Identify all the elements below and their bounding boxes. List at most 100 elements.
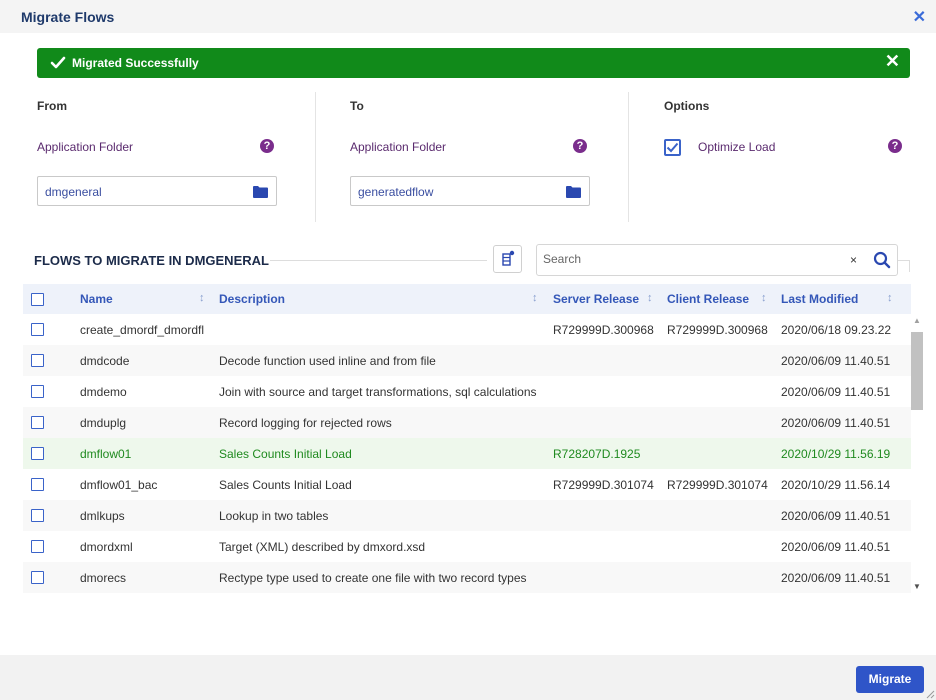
table-row[interactable]: create_dmordf_dmordfl R729999D.300968 R7…	[23, 314, 911, 345]
to-folder-value: generatedflow	[358, 185, 434, 199]
to-folder-label: Application Folder	[350, 140, 447, 154]
row-checkbox[interactable]	[31, 447, 44, 460]
row-checkbox[interactable]	[31, 416, 44, 429]
row-checkbox[interactable]	[31, 509, 44, 522]
row-checkbox[interactable]	[31, 354, 44, 367]
cell-name: dmflow01	[80, 447, 132, 461]
to-heading: To	[350, 99, 364, 113]
search-input[interactable]	[543, 252, 833, 266]
cell-name: dmdcode	[80, 354, 130, 368]
scroll-up-icon[interactable]: ▲	[913, 316, 921, 325]
table-scrollbar[interactable]: ▲ ▼	[911, 314, 925, 596]
cell-last-modified: 2020/06/09 11.40.51	[781, 540, 891, 554]
cell-last-modified: 2020/06/09 11.40.51	[781, 416, 891, 430]
table-row[interactable]: dmflow01 Sales Counts Initial Load R7282…	[23, 438, 911, 469]
table-row[interactable]: dmlkups Lookup in two tables 2020/06/09 …	[23, 500, 911, 531]
cell-server-release: R729999D.300968	[553, 323, 654, 337]
options-heading: Options	[664, 99, 710, 113]
from-folder-field[interactable]: dmgeneral	[37, 176, 277, 206]
cell-description: Record logging for rejected rows	[219, 416, 392, 430]
table-header: Name ↕ Description ↕ Server Release ↕ Cl…	[23, 284, 911, 314]
row-checkbox[interactable]	[31, 540, 44, 553]
dialog-titlebar: Migrate Flows ✕	[0, 0, 936, 33]
table-row[interactable]: dmduplg Record logging for rejected rows…	[23, 407, 911, 438]
sort-icon[interactable]: ↕	[761, 292, 767, 304]
cell-name: dmlkups	[80, 509, 125, 523]
cell-last-modified: 2020/06/09 11.40.51	[781, 385, 891, 399]
cell-description: Sales Counts Initial Load	[219, 478, 352, 492]
cell-last-modified: 2020/10/29 11.56.14	[781, 478, 891, 492]
resize-grip-icon[interactable]	[926, 690, 935, 699]
scrollbar-thumb[interactable]	[911, 332, 923, 410]
clear-search-icon[interactable]: ×	[850, 253, 857, 267]
cell-last-modified: 2020/06/18 09.23.22	[781, 323, 892, 337]
success-banner: Migrated Successfully ✕	[37, 48, 910, 78]
cell-description: Rectype type used to create one file wit…	[219, 571, 527, 585]
table-row[interactable]: dmorecs Rectype type used to create one …	[23, 562, 911, 593]
column-header-client-release[interactable]: Client Release	[667, 292, 749, 306]
close-icon[interactable]: ✕	[913, 7, 926, 27]
table-row[interactable]: dmdemo Join with source and target trans…	[23, 376, 911, 407]
optimize-load-checkbox[interactable]	[664, 139, 681, 156]
cell-name: dmduplg	[80, 416, 127, 430]
column-divider	[315, 92, 316, 222]
help-icon[interactable]: ?	[888, 139, 902, 153]
column-settings-button[interactable]	[493, 245, 522, 273]
column-header-description[interactable]: Description	[219, 292, 285, 306]
sort-icon[interactable]: ↕	[199, 292, 205, 304]
from-folder-label: Application Folder	[37, 140, 134, 154]
table-row[interactable]: dmflow01_bac Sales Counts Initial Load R…	[23, 469, 911, 500]
cell-client-release: R729999D.301074	[667, 478, 768, 492]
to-folder-field[interactable]: generatedflow	[350, 176, 590, 206]
column-header-server-release[interactable]: Server Release	[553, 292, 639, 306]
column-header-last-modified[interactable]: Last Modified	[781, 292, 858, 306]
from-folder-value: dmgeneral	[45, 185, 102, 199]
sort-icon[interactable]: ↕	[887, 292, 893, 304]
cell-name: dmordxml	[80, 540, 133, 554]
row-checkbox[interactable]	[31, 385, 44, 398]
column-header-name[interactable]: Name	[80, 292, 113, 306]
search-box: ×	[536, 244, 898, 276]
sort-icon[interactable]: ↕	[647, 292, 653, 304]
optimize-load-label: Optimize Load	[698, 140, 776, 154]
section-divider	[909, 260, 910, 272]
select-all-checkbox[interactable]	[31, 293, 44, 306]
column-settings-icon	[502, 250, 515, 266]
folder-icon[interactable]	[566, 185, 581, 198]
table-row[interactable]: dmordxml Target (XML) described by dmxor…	[23, 531, 911, 562]
search-icon[interactable]	[873, 251, 891, 269]
sort-icon[interactable]: ↕	[532, 292, 538, 304]
checkmark-icon	[50, 56, 66, 69]
cell-name: dmorecs	[80, 571, 127, 585]
scroll-down-icon[interactable]: ▼	[913, 582, 921, 591]
cell-last-modified: 2020/10/29 11.56.19	[781, 447, 891, 461]
cell-description: Join with source and target transformati…	[219, 385, 537, 399]
column-divider	[628, 92, 629, 222]
cell-name: dmdemo	[80, 385, 127, 399]
cell-server-release: R728207D.1925	[553, 447, 641, 461]
folder-icon[interactable]	[253, 185, 268, 198]
flows-section-title: FLOWS TO MIGRATE IN DMGENERAL	[34, 253, 269, 268]
cell-name: create_dmordf_dmordfl	[80, 323, 205, 337]
cell-name: dmflow01_bac	[80, 478, 158, 492]
row-checkbox[interactable]	[31, 323, 44, 336]
from-heading: From	[37, 99, 67, 113]
cell-server-release: R729999D.301074	[553, 478, 654, 492]
section-divider	[270, 260, 487, 261]
row-checkbox[interactable]	[31, 571, 44, 584]
cell-last-modified: 2020/06/09 11.40.51	[781, 509, 891, 523]
help-icon[interactable]: ?	[260, 139, 274, 153]
dialog-footer	[0, 655, 936, 700]
help-icon[interactable]: ?	[573, 139, 587, 153]
cell-client-release: R729999D.300968	[667, 323, 768, 337]
cell-description: Decode function used inline and from fil…	[219, 354, 436, 368]
banner-close-icon[interactable]: ✕	[885, 51, 900, 72]
checkmark-icon	[666, 142, 679, 153]
cell-description: Lookup in two tables	[219, 509, 329, 523]
cell-last-modified: 2020/06/09 11.40.51	[781, 354, 891, 368]
row-checkbox[interactable]	[31, 478, 44, 491]
dialog-title: Migrate Flows	[21, 9, 115, 25]
table-row[interactable]: dmdcode Decode function used inline and …	[23, 345, 911, 376]
migrate-button[interactable]: Migrate	[856, 666, 924, 693]
banner-message: Migrated Successfully	[72, 56, 199, 70]
